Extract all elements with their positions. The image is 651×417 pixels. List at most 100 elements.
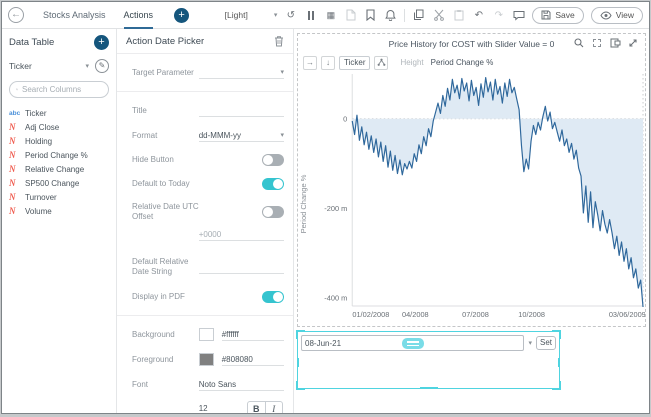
column-list-item[interactable]: NVolume: [9, 204, 109, 218]
add-hierarchy-icon[interactable]: [374, 56, 388, 70]
background-label: Background: [132, 330, 199, 340]
chevron-down-icon[interactable]: ▾: [528, 339, 532, 347]
filter-icon[interactable]: [609, 37, 621, 49]
column-list-item[interactable]: abcTicker: [9, 106, 109, 120]
column-list-item[interactable]: NRelative Change: [9, 162, 109, 176]
notifications-bell-icon[interactable]: [384, 9, 397, 22]
text-type-icon: abc: [9, 110, 25, 117]
format-select[interactable]: dd-MMM-yy ▾: [199, 129, 284, 142]
refresh-icon[interactable]: ↺: [284, 9, 297, 22]
title-input[interactable]: [199, 104, 284, 117]
chevron-down-icon: ▾: [274, 11, 278, 19]
italic-button[interactable]: I: [265, 402, 282, 413]
cut-icon[interactable]: [432, 9, 445, 22]
column-list-item[interactable]: NPeriod Change %: [9, 148, 109, 162]
top-toolbar: ← Stocks Analysis Actions + [Light] ▾ ↺ …: [2, 2, 649, 29]
add-dashboard-button[interactable]: +: [174, 8, 189, 23]
date-input-value: 08-Jun-21: [302, 339, 341, 348]
copy-icon[interactable]: [412, 9, 425, 22]
chart-plot-area[interactable]: Period Change % 0-200 m-400 m 01/02/2008…: [298, 74, 645, 326]
foreground-hex-input[interactable]: #808080: [222, 353, 284, 366]
numeric-type-icon: N: [9, 122, 25, 132]
trash-icon[interactable]: [274, 35, 284, 47]
font-size-input[interactable]: 12: [199, 403, 237, 414]
column-list-item[interactable]: NSP500 Change: [9, 176, 109, 190]
column-list-item[interactable]: NHolding: [9, 134, 109, 148]
utc-offset-label: Relative Date UTC Offset: [132, 202, 204, 222]
date-picker-widget[interactable]: 08-Jun-21 ▾ Set: [297, 331, 560, 389]
zoom-icon[interactable]: [573, 37, 585, 49]
add-row-icon[interactable]: ↓: [321, 56, 335, 70]
default-relative-date-input[interactable]: [199, 261, 284, 274]
column-list-item[interactable]: NAdj Close: [9, 120, 109, 134]
tab-stocks-analysis[interactable]: Stocks Analysis: [43, 2, 106, 29]
hide-button-toggle[interactable]: [262, 154, 284, 166]
selection-handle[interactable]: [297, 358, 299, 367]
save-button[interactable]: Save: [532, 7, 583, 24]
column-name: Ticker: [25, 109, 46, 118]
column-name: Adj Close: [25, 123, 59, 132]
chevron-down-icon[interactable]: ▾: [85, 62, 89, 70]
background-swatch[interactable]: [199, 328, 214, 341]
utc-offset-input[interactable]: +0000: [199, 228, 284, 241]
font-family-input[interactable]: Noto Sans: [199, 378, 284, 391]
utc-offset-toggle[interactable]: [262, 206, 284, 218]
table-selector-value[interactable]: Ticker: [9, 61, 32, 71]
column-name: Relative Change: [25, 165, 84, 174]
selection-handle[interactable]: [296, 381, 305, 390]
bold-button[interactable]: B: [248, 402, 265, 413]
data-table-panel-title: Data Table: [9, 37, 54, 48]
numeric-type-icon: N: [9, 150, 25, 160]
background-hex-input[interactable]: #ffffff: [222, 328, 284, 341]
theme-selector-value: [Light]: [225, 10, 248, 20]
breadcrumb-ticker-chip[interactable]: Ticker: [339, 56, 370, 70]
bookmark-icon[interactable]: [364, 9, 377, 22]
numeric-type-icon: N: [9, 206, 25, 216]
back-icon[interactable]: ←: [8, 7, 24, 23]
drag-handle-icon[interactable]: [402, 338, 424, 349]
add-column-icon[interactable]: →: [303, 56, 317, 70]
default-to-today-toggle[interactable]: [262, 178, 284, 190]
undo-icon[interactable]: ↶: [472, 9, 485, 22]
view-button[interactable]: View: [591, 7, 643, 24]
x-axis-ticks: 01/02/200804/200807/200810/200803/06/200…: [352, 310, 645, 319]
add-data-table-button[interactable]: +: [94, 35, 109, 50]
tab-actions[interactable]: Actions: [124, 2, 154, 29]
foreground-label: Foreground: [132, 355, 199, 365]
toolbar-divider: [404, 9, 405, 22]
edit-table-icon[interactable]: ✎: [95, 59, 109, 73]
selection-handle[interactable]: [552, 381, 561, 390]
column-name: Turnover: [25, 193, 57, 202]
target-parameter-select[interactable]: ▾: [199, 66, 284, 79]
display-in-pdf-toggle[interactable]: [262, 291, 284, 303]
height-value[interactable]: Period Change %: [431, 58, 494, 67]
format-label: Format: [132, 131, 199, 141]
column-search[interactable]: [9, 81, 109, 98]
svg-text:01/02/2008: 01/02/2008: [352, 310, 389, 319]
search-columns-input[interactable]: [22, 85, 102, 94]
selection-handle[interactable]: [420, 387, 438, 389]
chevron-down-icon: ▾: [280, 131, 284, 139]
maximize-icon[interactable]: [627, 37, 639, 49]
numeric-type-icon: N: [9, 136, 25, 146]
redo-icon: ↷: [492, 9, 505, 22]
slideshow-icon[interactable]: ▦: [324, 9, 337, 22]
selection-handle[interactable]: [558, 358, 560, 367]
theme-selector[interactable]: [Light] ▾: [225, 10, 278, 20]
default-relative-date-label: Default Relative Date String: [132, 257, 199, 277]
paste-icon: [452, 9, 465, 22]
numeric-type-icon: N: [9, 178, 25, 188]
pause-icon[interactable]: [304, 9, 317, 22]
action-settings-panel: Action Date Picker Target Parameter ▾ Ti…: [117, 29, 294, 413]
column-list-item[interactable]: NTurnover: [9, 190, 109, 204]
comment-icon[interactable]: [512, 9, 525, 22]
chart-widget[interactable]: Price History for COST with Slider Value…: [297, 33, 646, 327]
date-input[interactable]: 08-Jun-21: [301, 335, 524, 351]
selection-handle[interactable]: [552, 330, 561, 339]
column-name: Period Change %: [25, 151, 88, 160]
foreground-swatch[interactable]: [199, 353, 214, 366]
rubber-band-select-icon[interactable]: [591, 37, 603, 49]
column-name: Holding: [25, 137, 52, 146]
column-list: abcTickerNAdj CloseNHoldingNPeriod Chang…: [9, 106, 109, 218]
svg-text:-400 m: -400 m: [324, 293, 347, 302]
